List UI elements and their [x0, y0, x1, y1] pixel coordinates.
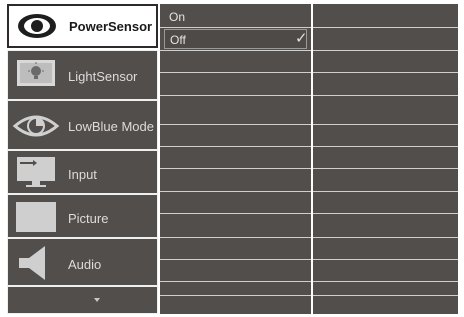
divider: [313, 281, 458, 282]
menu-item-label: LightSensor: [68, 69, 138, 84]
osd-menu: PowerSensor LightSensor LowBlue Mode Inp…: [7, 4, 458, 314]
menu-item-label: Input: [68, 167, 97, 182]
option-off[interactable]: Off ✓: [164, 29, 308, 49]
eye-icon: [12, 7, 62, 47]
option-label: On: [169, 10, 186, 24]
divider: [160, 237, 311, 238]
menu-item-label: Picture: [68, 211, 109, 226]
menu-item-picture[interactable]: Picture: [7, 194, 158, 238]
divider: [160, 295, 311, 296]
menu-more-button[interactable]: [7, 286, 158, 314]
divider: [160, 259, 311, 260]
menu-item-label: PowerSensor: [69, 19, 153, 34]
divider: [313, 124, 458, 125]
divider: [313, 146, 458, 147]
divider: [313, 191, 458, 192]
divider: [160, 50, 311, 51]
divider: [313, 27, 458, 28]
divider: [313, 259, 458, 260]
divider: [313, 95, 458, 96]
menu-item-label: Audio: [68, 257, 102, 272]
menu-item-powersensor[interactable]: PowerSensor: [7, 4, 158, 48]
divider: [313, 72, 458, 73]
submenu-options: On Off ✓: [160, 4, 311, 314]
option-label: Off: [170, 33, 186, 47]
divider: [160, 72, 311, 73]
divider: [160, 124, 311, 125]
light-sensor-icon: [11, 56, 61, 96]
divider: [160, 146, 311, 147]
input-icon: [11, 153, 61, 193]
divider: [313, 50, 458, 51]
submenu-detail: [313, 4, 458, 314]
main-menu: PowerSensor LightSensor LowBlue Mode Inp…: [7, 4, 158, 314]
chevron-down-icon: [94, 298, 100, 302]
divider: [160, 281, 311, 282]
divider: [160, 95, 311, 96]
menu-item-label: LowBlue Mode: [68, 119, 154, 134]
divider: [313, 168, 458, 169]
divider: [160, 27, 311, 28]
menu-item-lowblue-mode[interactable]: LowBlue Mode: [7, 100, 158, 150]
check-icon: ✓: [295, 30, 308, 47]
option-on[interactable]: On: [164, 7, 307, 27]
divider: [313, 295, 458, 296]
divider: [160, 213, 311, 214]
divider: [160, 168, 311, 169]
menu-item-lightsensor[interactable]: LightSensor: [7, 50, 158, 100]
menu-item-audio[interactable]: Audio: [7, 238, 158, 286]
divider: [313, 237, 458, 238]
speaker-icon: [11, 243, 61, 283]
divider: [313, 213, 458, 214]
picture-icon: [11, 197, 61, 237]
menu-item-input[interactable]: Input: [7, 150, 158, 194]
divider: [160, 191, 311, 192]
low-blue-eye-icon: [11, 106, 61, 146]
